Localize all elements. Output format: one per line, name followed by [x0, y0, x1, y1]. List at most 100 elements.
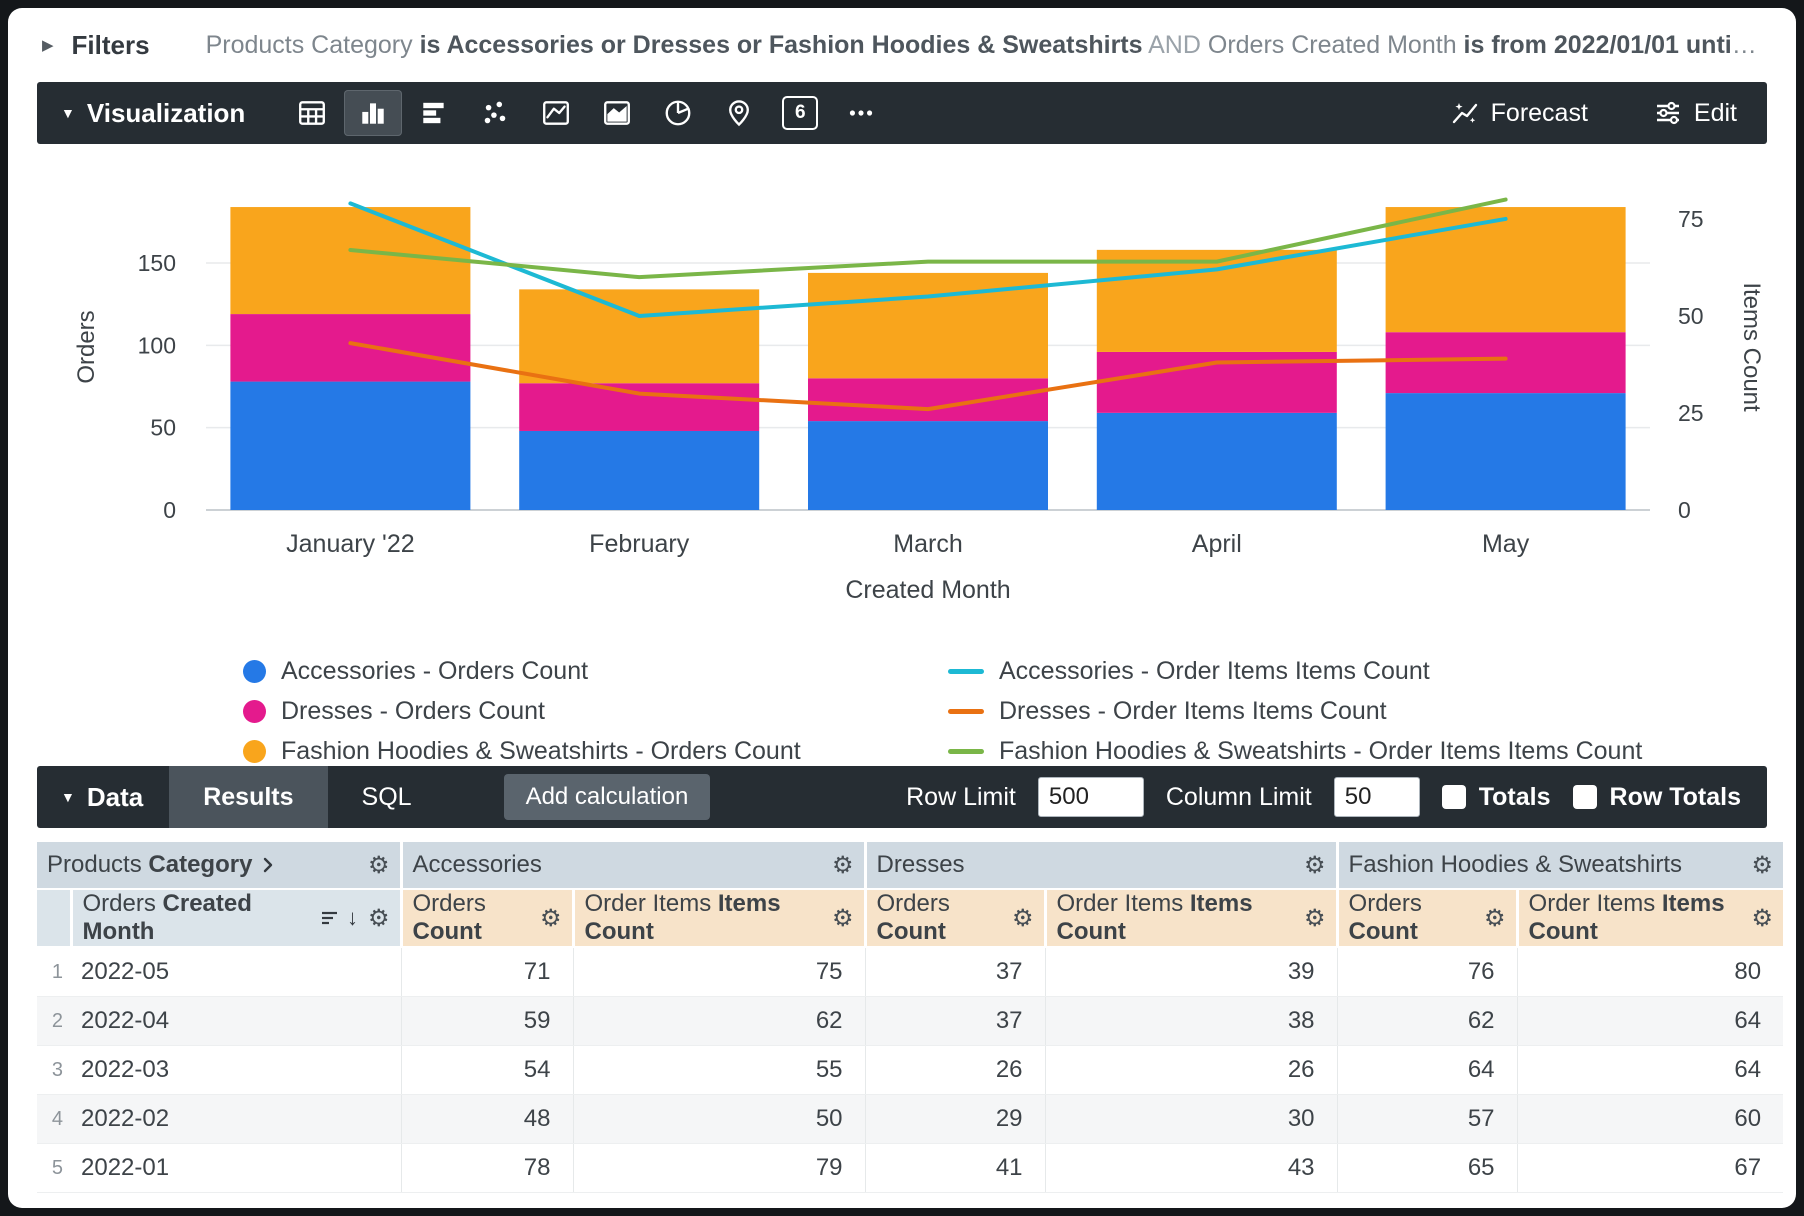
sort-desc-icon[interactable]: ↓ — [347, 905, 358, 931]
measure-cell[interactable]: 64 — [1337, 1046, 1517, 1095]
measure-cell[interactable]: 54 — [401, 1046, 573, 1095]
dimension-cell[interactable]: 2022-03 — [71, 1046, 401, 1095]
bar-segment[interactable] — [230, 314, 470, 382]
measure-cell[interactable]: 67 — [1517, 1144, 1783, 1193]
pivot-dimension-header[interactable]: Products Category ⚙ — [37, 842, 401, 889]
forecast-button[interactable]: Forecast — [1451, 99, 1588, 128]
tab-results[interactable]: Results — [169, 766, 327, 828]
viz-type-table-icon[interactable] — [283, 90, 341, 136]
bar-segment[interactable] — [1097, 413, 1337, 510]
row-totals-checkbox[interactable]: Row Totals — [1573, 783, 1741, 812]
measure-cell[interactable]: 48 — [401, 1095, 573, 1144]
tab-sql[interactable]: SQL — [328, 766, 446, 828]
viz-type-bar-chart-icon[interactable] — [405, 90, 463, 136]
gear-icon[interactable]: ⚙ — [540, 904, 562, 933]
viz-type-scatter-icon[interactable] — [466, 90, 524, 136]
measure-cell[interactable]: 59 — [401, 997, 573, 1046]
visualization-collapse-caret-icon[interactable]: ▼ — [61, 105, 75, 121]
gear-icon[interactable]: ⚙ — [1304, 851, 1326, 880]
dimension-cell[interactable]: 2022-01 — [71, 1144, 401, 1193]
measure-cell[interactable]: 60 — [1517, 1095, 1783, 1144]
measure-cell[interactable]: 30 — [1045, 1095, 1337, 1144]
gear-icon[interactable]: ⚙ — [832, 904, 854, 933]
legend-item[interactable]: Accessories - Orders Count — [243, 657, 948, 686]
viz-more-types-icon[interactable] — [832, 90, 890, 136]
legend-item[interactable]: Fashion Hoodies & Sweatshirts - Order It… — [948, 737, 1642, 766]
bar-segment[interactable] — [230, 207, 470, 314]
gear-icon[interactable]: ⚙ — [1012, 904, 1034, 933]
viz-type-single-value-icon[interactable]: 6 — [771, 90, 829, 136]
gear-icon[interactable]: ⚙ — [1484, 904, 1506, 933]
measure-cell[interactable]: 79 — [573, 1144, 865, 1193]
pivot-value-header[interactable]: Fashion Hoodies & Sweatshirts⚙ — [1337, 842, 1783, 889]
measure-cell[interactable]: 62 — [1337, 997, 1517, 1046]
measure-cell[interactable]: 65 — [1337, 1144, 1517, 1193]
gear-icon[interactable]: ⚙ — [1752, 851, 1774, 880]
measure-column-header[interactable]: Order Items Items Count⚙ — [573, 889, 865, 947]
column-limit-input[interactable] — [1334, 777, 1420, 817]
measure-cell[interactable]: 71 — [401, 947, 573, 997]
measure-cell[interactable]: 75 — [573, 947, 865, 997]
legend-item[interactable]: Accessories - Order Items Items Count — [948, 657, 1642, 686]
measure-column-header[interactable]: Order Items Items Count⚙ — [1517, 889, 1783, 947]
pivot-value-header[interactable]: Accessories⚙ — [401, 842, 865, 889]
bar-segment[interactable] — [230, 382, 470, 510]
dimension-cell[interactable]: 2022-04 — [71, 997, 401, 1046]
measure-cell[interactable]: 55 — [573, 1046, 865, 1095]
gear-icon[interactable]: ⚙ — [832, 851, 854, 880]
bar-segment[interactable] — [1386, 393, 1626, 510]
bar-segment[interactable] — [519, 383, 759, 431]
combo-chart[interactable]: 0501001500255075January '22FebruaryMarch… — [38, 158, 1784, 638]
dimension-cell[interactable]: 2022-05 — [71, 947, 401, 997]
filters-section-label[interactable]: Filters — [72, 30, 150, 61]
measure-cell[interactable]: 38 — [1045, 997, 1337, 1046]
checkbox-box[interactable] — [1442, 785, 1466, 809]
visualization-section-label[interactable]: Visualization — [87, 98, 245, 129]
measure-cell[interactable]: 76 — [1337, 947, 1517, 997]
gear-icon[interactable]: ⚙ — [368, 851, 390, 880]
measure-column-header[interactable]: Orders Count⚙ — [401, 889, 573, 947]
gear-icon[interactable]: ⚙ — [1304, 904, 1326, 933]
bar-segment[interactable] — [1097, 250, 1337, 352]
add-calculation-button[interactable]: Add calculation — [504, 774, 711, 820]
bar-segment[interactable] — [808, 378, 1048, 421]
bar-segment[interactable] — [1386, 207, 1626, 332]
dimension-cell[interactable]: 2022-02 — [71, 1095, 401, 1144]
dimension-column-header[interactable]: Orders Created Month ↓ ⚙ — [71, 889, 401, 947]
row-limit-input[interactable] — [1038, 777, 1144, 817]
measure-cell[interactable]: 50 — [573, 1095, 865, 1144]
measure-column-header[interactable]: Order Items Items Count⚙ — [1045, 889, 1337, 947]
measure-cell[interactable]: 39 — [1045, 947, 1337, 997]
edit-button[interactable]: Edit — [1654, 99, 1737, 128]
totals-checkbox[interactable]: Totals — [1442, 783, 1551, 812]
viz-type-map-icon[interactable] — [710, 90, 768, 136]
measure-cell[interactable]: 37 — [865, 947, 1045, 997]
measure-cell[interactable]: 64 — [1517, 1046, 1783, 1095]
measure-cell[interactable]: 62 — [573, 997, 865, 1046]
measure-cell[interactable]: 78 — [401, 1144, 573, 1193]
legend-item[interactable]: Dresses - Orders Count — [243, 697, 948, 726]
bar-segment[interactable] — [519, 289, 759, 383]
legend-item[interactable]: Dresses - Order Items Items Count — [948, 697, 1642, 726]
gear-icon[interactable]: ⚙ — [368, 904, 390, 933]
measure-cell[interactable]: 37 — [865, 997, 1045, 1046]
bar-segment[interactable] — [808, 421, 1048, 510]
measure-cell[interactable]: 26 — [1045, 1046, 1337, 1095]
gear-icon[interactable]: ⚙ — [1752, 904, 1774, 933]
measure-cell[interactable]: 64 — [1517, 997, 1783, 1046]
subtotal-icon[interactable] — [320, 908, 340, 928]
viz-type-area-chart-icon[interactable] — [588, 90, 646, 136]
measure-cell[interactable]: 41 — [865, 1144, 1045, 1193]
measure-cell[interactable]: 43 — [1045, 1144, 1337, 1193]
data-collapse-caret-icon[interactable]: ▼ — [61, 789, 75, 805]
data-section-label[interactable]: Data — [87, 782, 143, 813]
filters-expand-caret-icon[interactable]: ▶ — [42, 36, 54, 54]
bar-segment[interactable] — [519, 431, 759, 510]
measure-cell[interactable]: 80 — [1517, 947, 1783, 997]
checkbox-box[interactable] — [1573, 785, 1597, 809]
viz-type-pie-chart-icon[interactable] — [649, 90, 707, 136]
legend-item[interactable]: Fashion Hoodies & Sweatshirts - Orders C… — [243, 737, 948, 766]
pivot-value-header[interactable]: Dresses⚙ — [865, 842, 1337, 889]
measure-cell[interactable]: 57 — [1337, 1095, 1517, 1144]
bar-segment[interactable] — [1386, 332, 1626, 393]
